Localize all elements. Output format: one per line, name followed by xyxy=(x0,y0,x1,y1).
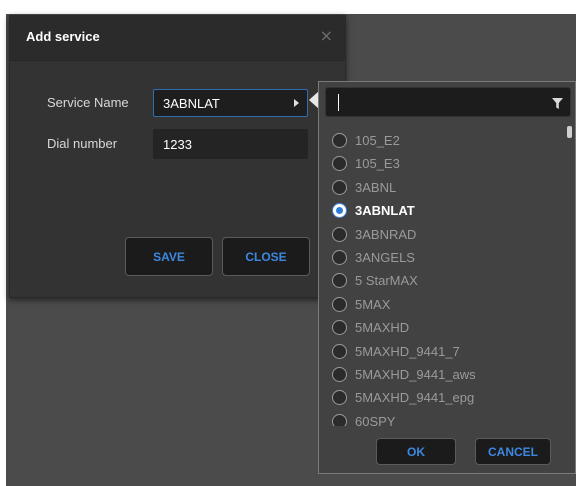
service-name-label: Service Name xyxy=(47,95,129,110)
radio-icon[interactable] xyxy=(332,389,347,405)
radio-icon[interactable] xyxy=(332,179,347,195)
radio-icon[interactable] xyxy=(332,343,347,359)
list-item[interactable]: 105_E2 xyxy=(332,129,562,151)
radio-icon[interactable] xyxy=(332,272,347,288)
list-item-label: 5MAXHD xyxy=(355,319,410,335)
list-item-label: 105_E3 xyxy=(355,155,400,171)
radio-icon[interactable] xyxy=(332,155,347,171)
service-list[interactable]: 105_E2 105_E3 3ABNL 3ABNLAT 3ABNRAD 3ANGELS 5 … xyxy=(319,126,576,426)
save-button[interactable]: SAVE xyxy=(125,237,213,276)
dialog-header: Add service × xyxy=(10,16,345,61)
list-item-label: 5MAXHD_9441_epg xyxy=(355,389,475,405)
filter-icon[interactable] xyxy=(552,98,563,109)
dialog-title: Add service xyxy=(26,29,100,44)
add-service-dialog: Add service × Service Name 3ABNLAT Dial … xyxy=(9,15,346,298)
list-item[interactable]: 3ABNL xyxy=(332,176,562,198)
list-item-label: 5 StarMAX xyxy=(355,272,418,288)
list-item-label: 3ANGELS xyxy=(355,249,415,265)
close-icon[interactable]: × xyxy=(320,28,333,44)
dial-number-label: Dial number xyxy=(47,136,118,151)
ok-button[interactable]: OK xyxy=(376,438,456,465)
text-cursor xyxy=(338,94,339,111)
radio-icon[interactable] xyxy=(332,202,347,218)
radio-icon[interactable] xyxy=(332,319,347,335)
radio-icon[interactable] xyxy=(332,366,347,382)
close-button[interactable]: CLOSE xyxy=(222,237,310,276)
radio-icon[interactable] xyxy=(332,226,347,242)
list-item-label: 5MAXHD_9441_7 xyxy=(355,343,460,359)
list-item-label: 3ABNLAT xyxy=(355,202,415,218)
service-dropdown-popup: 105_E2 105_E3 3ABNL 3ABNLAT 3ABNRAD 3ANGELS 5 … xyxy=(318,81,576,474)
list-item[interactable]: 5MAXHD_9441_epg xyxy=(332,386,562,408)
radio-icon[interactable] xyxy=(332,296,347,312)
list-item-label: 5MAXHD_9441_aws xyxy=(355,366,476,382)
radio-icon[interactable] xyxy=(332,249,347,265)
list-item[interactable]: 5MAX xyxy=(332,293,562,315)
list-item-label: 3ABNL xyxy=(355,179,397,195)
list-item[interactable]: 5 StarMAX xyxy=(332,269,562,291)
list-item-label: 60SPY xyxy=(355,413,396,427)
list-item[interactable]: 5MAXHD xyxy=(332,316,562,338)
chevron-right-icon xyxy=(294,99,299,107)
dial-number-field[interactable] xyxy=(153,129,308,159)
list-item[interactable]: 3ABNRAD xyxy=(332,223,562,245)
list-item-label: 3ABNRAD xyxy=(355,226,417,242)
list-item[interactable]: 5MAXHD_9441_aws xyxy=(332,363,562,385)
scrollbar-thumb[interactable] xyxy=(567,126,572,138)
service-name-value: 3ABNLAT xyxy=(163,96,220,111)
service-name-select[interactable]: 3ABNLAT xyxy=(153,89,308,117)
list-item[interactable]: 5MAXHD_9441_7 xyxy=(332,340,562,362)
radio-icon[interactable] xyxy=(332,413,347,426)
list-item[interactable]: 3ABNLAT xyxy=(332,199,562,221)
list-item[interactable]: 60SPY xyxy=(332,410,562,426)
list-item-label: 105_E2 xyxy=(355,132,400,148)
cancel-button[interactable]: CANCEL xyxy=(475,438,551,465)
list-item[interactable]: 3ANGELS xyxy=(332,246,562,268)
list-item[interactable]: 105_E3 xyxy=(332,152,562,174)
filter-input[interactable] xyxy=(325,87,571,117)
radio-icon[interactable] xyxy=(332,132,347,148)
list-item-label: 5MAX xyxy=(355,296,391,312)
